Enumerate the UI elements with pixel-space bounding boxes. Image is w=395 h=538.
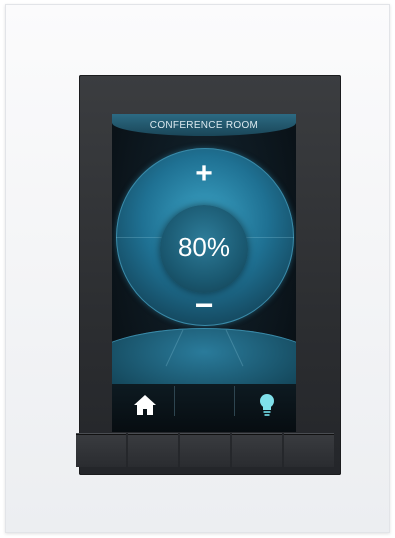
hardware-key-1[interactable] — [76, 433, 126, 467]
hardware-key-5[interactable] — [284, 433, 334, 467]
room-title: CONFERENCE ROOM — [149, 120, 259, 131]
nav-divider — [174, 386, 175, 416]
hardware-key-2[interactable] — [128, 433, 178, 467]
home-button[interactable] — [130, 392, 160, 418]
increase-button[interactable]: + — [190, 159, 218, 189]
hardware-key-3[interactable] — [180, 433, 230, 467]
decrease-button[interactable]: − — [192, 289, 216, 321]
hardware-keys — [76, 433, 334, 467]
home-icon — [134, 395, 156, 415]
lightbulb-icon — [260, 394, 274, 416]
level-readout: 80% — [177, 232, 231, 262]
nav-divider — [234, 386, 235, 416]
hardware-key-4[interactable] — [232, 433, 282, 467]
touch-screen: CONFERENCE ROOM + 80% − — [112, 114, 296, 432]
light-button[interactable] — [252, 390, 282, 420]
